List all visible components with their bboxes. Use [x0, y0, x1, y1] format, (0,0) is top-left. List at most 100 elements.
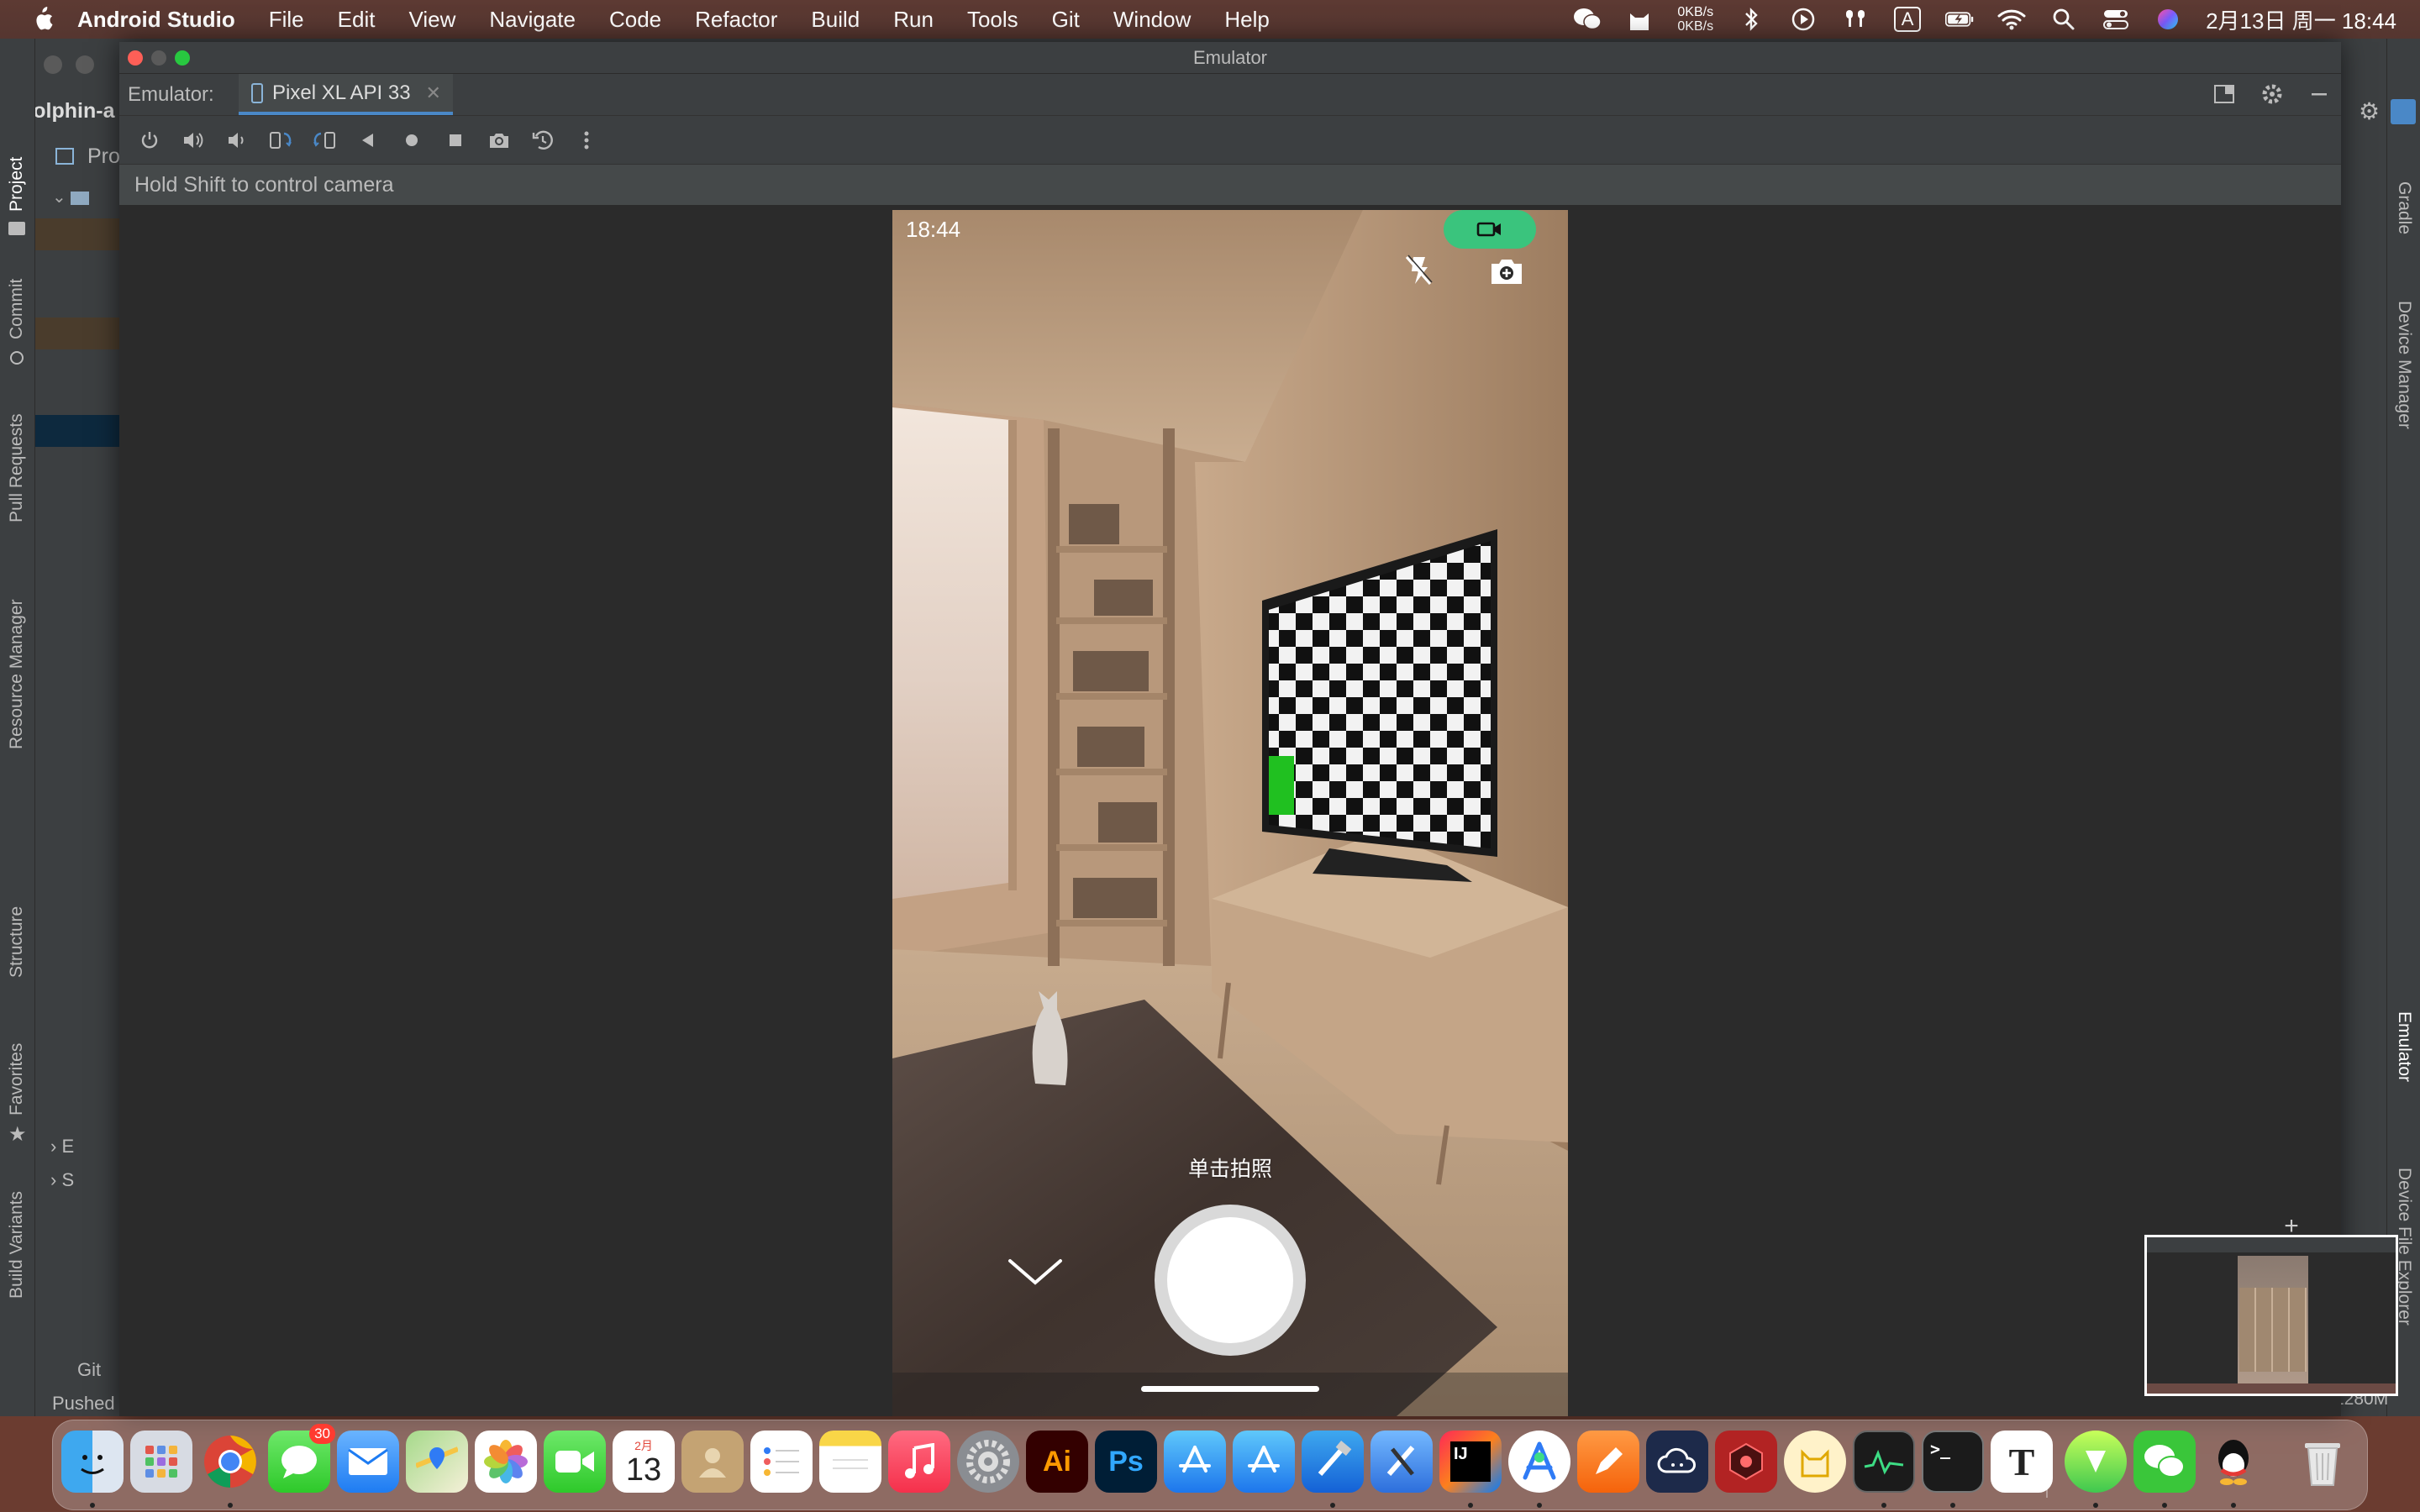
- mail-icon[interactable]: [337, 1431, 399, 1493]
- snapshot-icon[interactable]: [521, 123, 565, 157]
- menu-navigate[interactable]: Navigate: [489, 7, 576, 33]
- menu-view[interactable]: View: [408, 7, 455, 33]
- menu-git[interactable]: Git: [1052, 7, 1080, 33]
- launchpad-icon[interactable]: [130, 1431, 192, 1493]
- minimize-button[interactable]: [151, 50, 166, 66]
- instruments-icon[interactable]: [1370, 1431, 1433, 1493]
- apple-menu-icon[interactable]: [30, 6, 54, 33]
- android-studio-icon[interactable]: [1508, 1431, 1570, 1493]
- home-gesture-handle[interactable]: [1141, 1386, 1319, 1392]
- tree-row-root[interactable]: ⌄: [52, 186, 90, 207]
- switch-camera-button[interactable]: [1486, 254, 1528, 289]
- menubar-clock[interactable]: 2月13日 周一 18:44: [2206, 4, 2396, 35]
- close-button[interactable]: [128, 50, 143, 66]
- tool-pull-requests[interactable]: Pull Requests: [7, 413, 27, 522]
- menu-code[interactable]: Code: [609, 7, 661, 33]
- control-center-icon[interactable]: [2102, 7, 2130, 32]
- notes-icon[interactable]: [819, 1431, 881, 1493]
- tool-project[interactable]: Project: [7, 157, 27, 212]
- cloud-app-icon[interactable]: [1646, 1431, 1708, 1493]
- power-icon[interactable]: [128, 123, 171, 157]
- photoshop-icon[interactable]: Ps: [1095, 1431, 1157, 1493]
- wifi-icon[interactable]: [1997, 7, 2026, 32]
- messages-icon[interactable]: 30: [268, 1424, 335, 1493]
- menu-file[interactable]: File: [269, 7, 304, 33]
- menu-edit[interactable]: Edit: [338, 7, 376, 33]
- menu-run[interactable]: Run: [893, 7, 934, 33]
- tree-row-highlighted-2[interactable]: [35, 318, 119, 349]
- reminders-icon[interactable]: [750, 1431, 813, 1493]
- ide-minimize-button[interactable]: [44, 55, 62, 74]
- tool-device-manager[interactable]: Device Manager: [2394, 301, 2414, 429]
- tool-resource-manager[interactable]: Resource Manager: [7, 599, 27, 749]
- music-icon[interactable]: [888, 1431, 950, 1493]
- input-method-icon[interactable]: A: [1893, 7, 1922, 32]
- battery-icon[interactable]: [1945, 7, 1974, 32]
- home-icon[interactable]: [390, 123, 434, 157]
- git-tool-label[interactable]: Git: [77, 1359, 101, 1381]
- bluetooth-icon[interactable]: [1737, 7, 1765, 32]
- wechat-icon[interactable]: [2133, 1431, 2196, 1493]
- rotate-left-icon[interactable]: [259, 123, 302, 157]
- hexagon-app-icon[interactable]: [1715, 1431, 1777, 1493]
- tree-row-s[interactable]: › S: [50, 1169, 74, 1191]
- flash-off-button[interactable]: [1400, 252, 1437, 289]
- terminal-icon[interactable]: >_: [1922, 1431, 1984, 1493]
- maps-icon[interactable]: [406, 1431, 468, 1493]
- tree-row-highlighted[interactable]: [35, 218, 119, 250]
- chrome-icon[interactable]: [199, 1431, 261, 1493]
- shutter-button[interactable]: [1155, 1205, 1306, 1356]
- typora-icon[interactable]: T: [1991, 1431, 2053, 1493]
- ide-zoom-button[interactable]: [76, 55, 94, 74]
- volume-up-icon[interactable]: [171, 123, 215, 157]
- play-circle-icon[interactable]: [1789, 7, 1818, 32]
- system-preferences-icon[interactable]: [957, 1431, 1019, 1493]
- collapse-button[interactable]: [1002, 1247, 1069, 1297]
- photos-icon[interactable]: [475, 1431, 537, 1493]
- contacts-icon[interactable]: [681, 1431, 744, 1493]
- screenshot-thumbnail-preview[interactable]: [2144, 1235, 2398, 1396]
- volume-down-icon[interactable]: [215, 123, 259, 157]
- rotate-right-icon[interactable]: [302, 123, 346, 157]
- menu-window[interactable]: Window: [1113, 7, 1191, 33]
- pen-tool-icon[interactable]: [1577, 1431, 1639, 1493]
- calendar-icon[interactable]: 2月 13: [613, 1431, 675, 1493]
- zoom-button[interactable]: [175, 50, 190, 66]
- activity-monitor-icon[interactable]: [1853, 1431, 1915, 1493]
- tree-row-selected[interactable]: [35, 415, 119, 447]
- phone-screen[interactable]: 18:44 单击拍照: [892, 210, 1568, 1416]
- facetime-icon[interactable]: [544, 1431, 606, 1493]
- menu-refactor[interactable]: Refactor: [695, 7, 777, 33]
- xcode-icon[interactable]: [1302, 1431, 1364, 1493]
- account-icon[interactable]: [2391, 99, 2416, 124]
- cat-app-icon[interactable]: [1784, 1431, 1846, 1493]
- tree-row-e[interactable]: › E: [50, 1136, 74, 1158]
- tool-commit[interactable]: Commit: [7, 279, 27, 339]
- illustrator-icon[interactable]: Ai: [1026, 1431, 1088, 1493]
- menu-help[interactable]: Help: [1224, 7, 1269, 33]
- tool-gradle[interactable]: Gradle: [2394, 181, 2414, 234]
- menu-build[interactable]: Build: [811, 7, 860, 33]
- more-icon[interactable]: [565, 123, 608, 157]
- qq-icon[interactable]: [2202, 1431, 2265, 1493]
- back-icon[interactable]: [346, 123, 390, 157]
- wechat-tray-icon[interactable]: [1573, 7, 1602, 32]
- ide-settings-icon[interactable]: ⚙: [2359, 97, 2380, 125]
- simulator-store-icon[interactable]: [1233, 1431, 1295, 1493]
- overview-icon[interactable]: [434, 123, 477, 157]
- project-view-tab[interactable]: Pro: [87, 144, 120, 169]
- finder-icon[interactable]: [61, 1431, 124, 1493]
- siri-icon[interactable]: [2154, 7, 2182, 32]
- video-mode-button[interactable]: [1444, 210, 1536, 249]
- spotlight-search-icon[interactable]: [2049, 7, 2078, 32]
- trash-icon[interactable]: [2291, 1431, 2354, 1493]
- airpods-icon[interactable]: [1841, 7, 1870, 32]
- screenshot-icon[interactable]: [477, 123, 521, 157]
- menu-tools[interactable]: Tools: [967, 7, 1018, 33]
- window-layout-icon[interactable]: [2213, 83, 2235, 105]
- tool-emulator[interactable]: Emulator: [2394, 1011, 2414, 1082]
- app-store-icon[interactable]: [1164, 1431, 1226, 1493]
- app-menu[interactable]: Android Studio: [77, 7, 235, 33]
- tool-build-variants[interactable]: Build Variants: [7, 1191, 27, 1299]
- gear-icon[interactable]: [2260, 82, 2284, 106]
